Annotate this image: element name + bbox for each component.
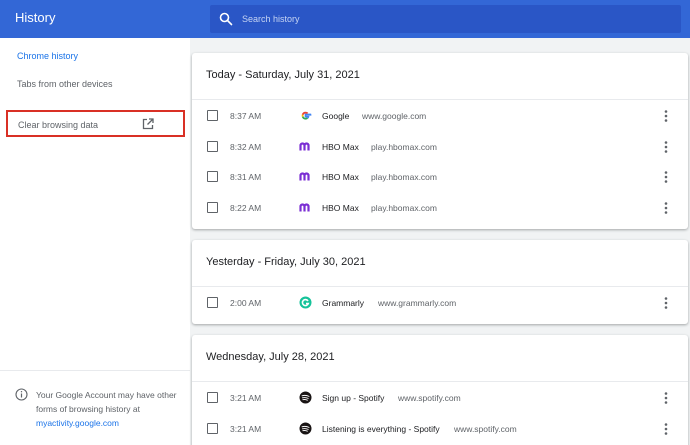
more-vert-icon[interactable] <box>662 201 670 215</box>
myactivity-link[interactable]: myactivity.google.com <box>36 418 119 428</box>
group-divider <box>192 381 688 382</box>
group-divider <box>192 286 688 287</box>
info-icon <box>15 388 28 401</box>
history-row[interactable]: 3:21 AM Listening is everything - Spotif… <box>192 414 688 444</box>
visit-time: 8:22 AM <box>230 203 262 213</box>
sidebar-item-chrome-history[interactable]: Chrome history <box>17 51 78 61</box>
visit-time: 3:21 AM <box>230 393 262 403</box>
history-row[interactable]: 8:37 AM Google www.google.com <box>192 101 688 131</box>
page-domain: play.hbomax.com <box>371 142 437 152</box>
page-domain: www.grammarly.com <box>378 298 457 308</box>
sidebar-item-tabs-other-devices[interactable]: Tabs from other devices <box>17 79 113 89</box>
page-title-text[interactable]: HBO Max <box>322 203 359 213</box>
row-checkbox[interactable] <box>207 297 218 308</box>
google-icon <box>301 111 312 120</box>
page-title-text[interactable]: HBO Max <box>322 142 359 152</box>
page-title: History <box>15 10 56 25</box>
page-title-text[interactable]: Sign up - Spotify <box>322 393 384 403</box>
spotify-icon <box>299 422 312 435</box>
hbomax-icon <box>299 203 310 212</box>
history-row[interactable]: 8:32 AM HBO Max play.hbomax.com <box>192 132 688 162</box>
page-title-text[interactable]: Google <box>322 111 349 121</box>
hbomax-icon <box>299 142 310 151</box>
history-row[interactable]: 3:21 AM Sign up - Spotify www.spotify.co… <box>192 383 688 413</box>
page-domain: www.spotify.com <box>454 424 517 434</box>
more-vert-icon[interactable] <box>662 109 670 123</box>
page-title-text[interactable]: Listening is everything - Spotify <box>322 424 440 434</box>
row-checkbox[interactable] <box>207 423 218 434</box>
spotify-icon <box>299 391 312 404</box>
visit-time: 2:00 AM <box>230 298 262 308</box>
group-date-heading: Yesterday - Friday, July 30, 2021 <box>206 256 366 268</box>
visit-time: 8:37 AM <box>230 111 262 121</box>
visit-time: 3:21 AM <box>230 424 262 434</box>
history-row[interactable]: 2:00 AM Grammarly www.grammarly.com <box>192 288 688 318</box>
search-input[interactable] <box>242 5 662 33</box>
account-notice-text: Your Google Account may have other forms… <box>36 390 177 414</box>
top-bar: History <box>0 0 690 38</box>
row-checkbox[interactable] <box>207 110 218 121</box>
grammarly-icon <box>299 296 312 309</box>
history-row[interactable]: 8:22 AM HBO Max play.hbomax.com <box>192 193 688 223</box>
clear-browsing-data-label: Clear browsing data <box>18 120 99 130</box>
hbomax-icon <box>299 172 310 181</box>
more-vert-icon[interactable] <box>662 170 670 184</box>
search-box[interactable] <box>210 5 681 33</box>
history-group-wednesday: Wednesday, July 28, 2021 3:21 AM Sign up… <box>192 335 688 445</box>
open-in-new-icon <box>142 118 154 130</box>
group-date-heading: Today - Saturday, July 31, 2021 <box>206 69 360 81</box>
row-checkbox[interactable] <box>207 392 218 403</box>
clear-browsing-data-link[interactable]: Clear browsing data <box>6 110 185 137</box>
sidebar-divider <box>0 370 190 371</box>
row-checkbox[interactable] <box>207 171 218 182</box>
more-vert-icon[interactable] <box>662 422 670 436</box>
account-notice: Your Google Account may have other forms… <box>36 388 184 430</box>
row-checkbox[interactable] <box>207 202 218 213</box>
group-date-heading: Wednesday, July 28, 2021 <box>206 351 335 363</box>
search-icon <box>219 12 233 26</box>
history-group-today: Today - Saturday, July 31, 2021 8:37 AM … <box>192 53 688 229</box>
page-domain: play.hbomax.com <box>371 203 437 213</box>
more-vert-icon[interactable] <box>662 296 670 310</box>
visit-time: 8:31 AM <box>230 172 262 182</box>
visit-time: 8:32 AM <box>230 142 262 152</box>
page-title-text[interactable]: HBO Max <box>322 172 359 182</box>
page-domain: www.spotify.com <box>398 393 461 403</box>
sidebar: Chrome history Tabs from other devices C… <box>0 38 190 445</box>
group-divider <box>192 99 688 100</box>
more-vert-icon[interactable] <box>662 391 670 405</box>
row-checkbox[interactable] <box>207 141 218 152</box>
page-title-text[interactable]: Grammarly <box>322 298 364 308</box>
more-vert-icon[interactable] <box>662 140 670 154</box>
history-group-yesterday: Yesterday - Friday, July 30, 2021 2:00 A… <box>192 240 688 324</box>
page-domain: play.hbomax.com <box>371 172 437 182</box>
history-row[interactable]: 8:31 AM HBO Max play.hbomax.com <box>192 162 688 192</box>
page-domain: www.google.com <box>362 111 427 121</box>
